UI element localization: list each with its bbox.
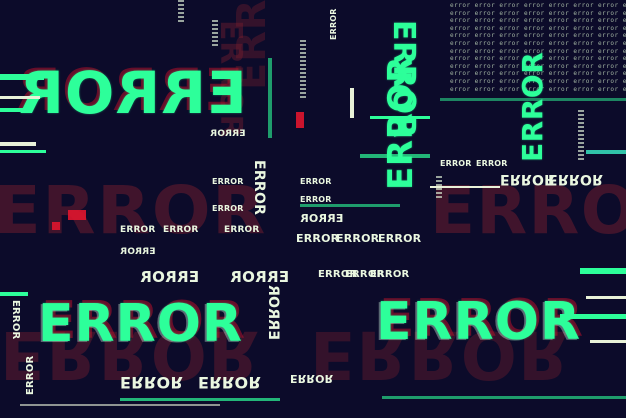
error-word-right: ERROR ERROR ERROR [374, 293, 583, 349]
error-small: ERROR [212, 204, 244, 213]
glitch-text-row: error error error error error error erro… [450, 17, 626, 25]
error-small: ERROR [210, 129, 246, 139]
glitch-strip [578, 110, 584, 160]
error-word-vertical: ERROR [386, 20, 421, 139]
glitch-bar [52, 222, 60, 230]
error-text: ERROR [18, 59, 247, 127]
error-small: ERROR [378, 232, 422, 245]
error-small: ERROR [251, 160, 267, 216]
error-small: ERROR [300, 212, 344, 225]
error-small: ERROR [370, 269, 410, 280]
glitch-bar [440, 98, 626, 101]
error-small: ERROR [265, 284, 281, 340]
error-small: ERROR [120, 247, 156, 257]
glitch-bar [360, 154, 430, 158]
glitch-bar [590, 340, 626, 343]
error-small: ERROR [300, 177, 332, 186]
error-small: ERROR [290, 372, 334, 385]
glitch-text-row: error error error error error error erro… [450, 32, 626, 40]
glitch-text-row: error error error error error error erro… [450, 2, 626, 9]
glitch-strip [436, 176, 442, 198]
glitch-bar [560, 314, 626, 319]
error-small: ERROR [224, 225, 260, 235]
glitch-bar [370, 116, 430, 119]
error-text: ERROR [376, 292, 582, 352]
glitch-bar [0, 142, 36, 146]
error-small: ERROR [198, 373, 262, 392]
error-small: ERROR [25, 355, 36, 395]
glitch-bar [300, 204, 400, 207]
error-small: ERROR [296, 232, 340, 245]
glitch-bar [68, 210, 86, 220]
error-small: ERROR [336, 232, 380, 245]
glitch-bar [350, 88, 354, 118]
glitch-bar [296, 112, 304, 128]
error-small: ERROR [230, 268, 290, 286]
glitch-bar [580, 268, 626, 274]
glitch-bar [0, 292, 28, 296]
error-small: ERROR [476, 159, 508, 168]
error-text: ERROR [38, 294, 244, 354]
error-small: ERROR [120, 373, 184, 392]
error-text: ERROR [516, 51, 549, 162]
error-small: ERROR [440, 159, 472, 168]
glitch-strip [178, 0, 184, 22]
error-small: ERROR [163, 225, 199, 235]
glitch-bar [120, 398, 280, 401]
glitch-bar [0, 96, 40, 99]
glitch-bar [586, 296, 626, 299]
glitch-bar [0, 150, 46, 153]
glitch-bar [586, 150, 626, 154]
glitch-strip [300, 40, 306, 100]
error-small: ERROR [140, 268, 200, 286]
error-small: ERROR [548, 171, 604, 187]
glitch-bar [382, 396, 626, 399]
error-word-left: ERROR ERROR ERROR [36, 295, 245, 351]
error-small: ERROR [212, 177, 244, 186]
error-small: ERROR [329, 8, 338, 40]
glitch-bar [0, 74, 44, 80]
error-word-mirrored: ERROR ERROR [15, 56, 247, 127]
glitch-text-row: error error error error error error erro… [450, 39, 626, 47]
glitch-bar [268, 58, 272, 138]
error-small: ERROR [500, 171, 556, 187]
error-text: ERROR [386, 20, 421, 139]
glitch-bar [0, 108, 30, 112]
glitch-error-art: ERROR ERROR ERROR ERROR ERROR ERROR erro… [0, 0, 626, 418]
error-small: ERROR [10, 300, 21, 340]
glitch-strip [212, 20, 218, 48]
error-small: ERROR [120, 225, 156, 235]
glitch-bar [20, 404, 220, 406]
error-small: ERROR [300, 195, 332, 204]
error-word-vertical: ERROR [516, 51, 549, 162]
glitch-text-row: error error error error error error erro… [450, 9, 626, 17]
glitch-text-row: error error error error error error erro… [450, 24, 626, 32]
